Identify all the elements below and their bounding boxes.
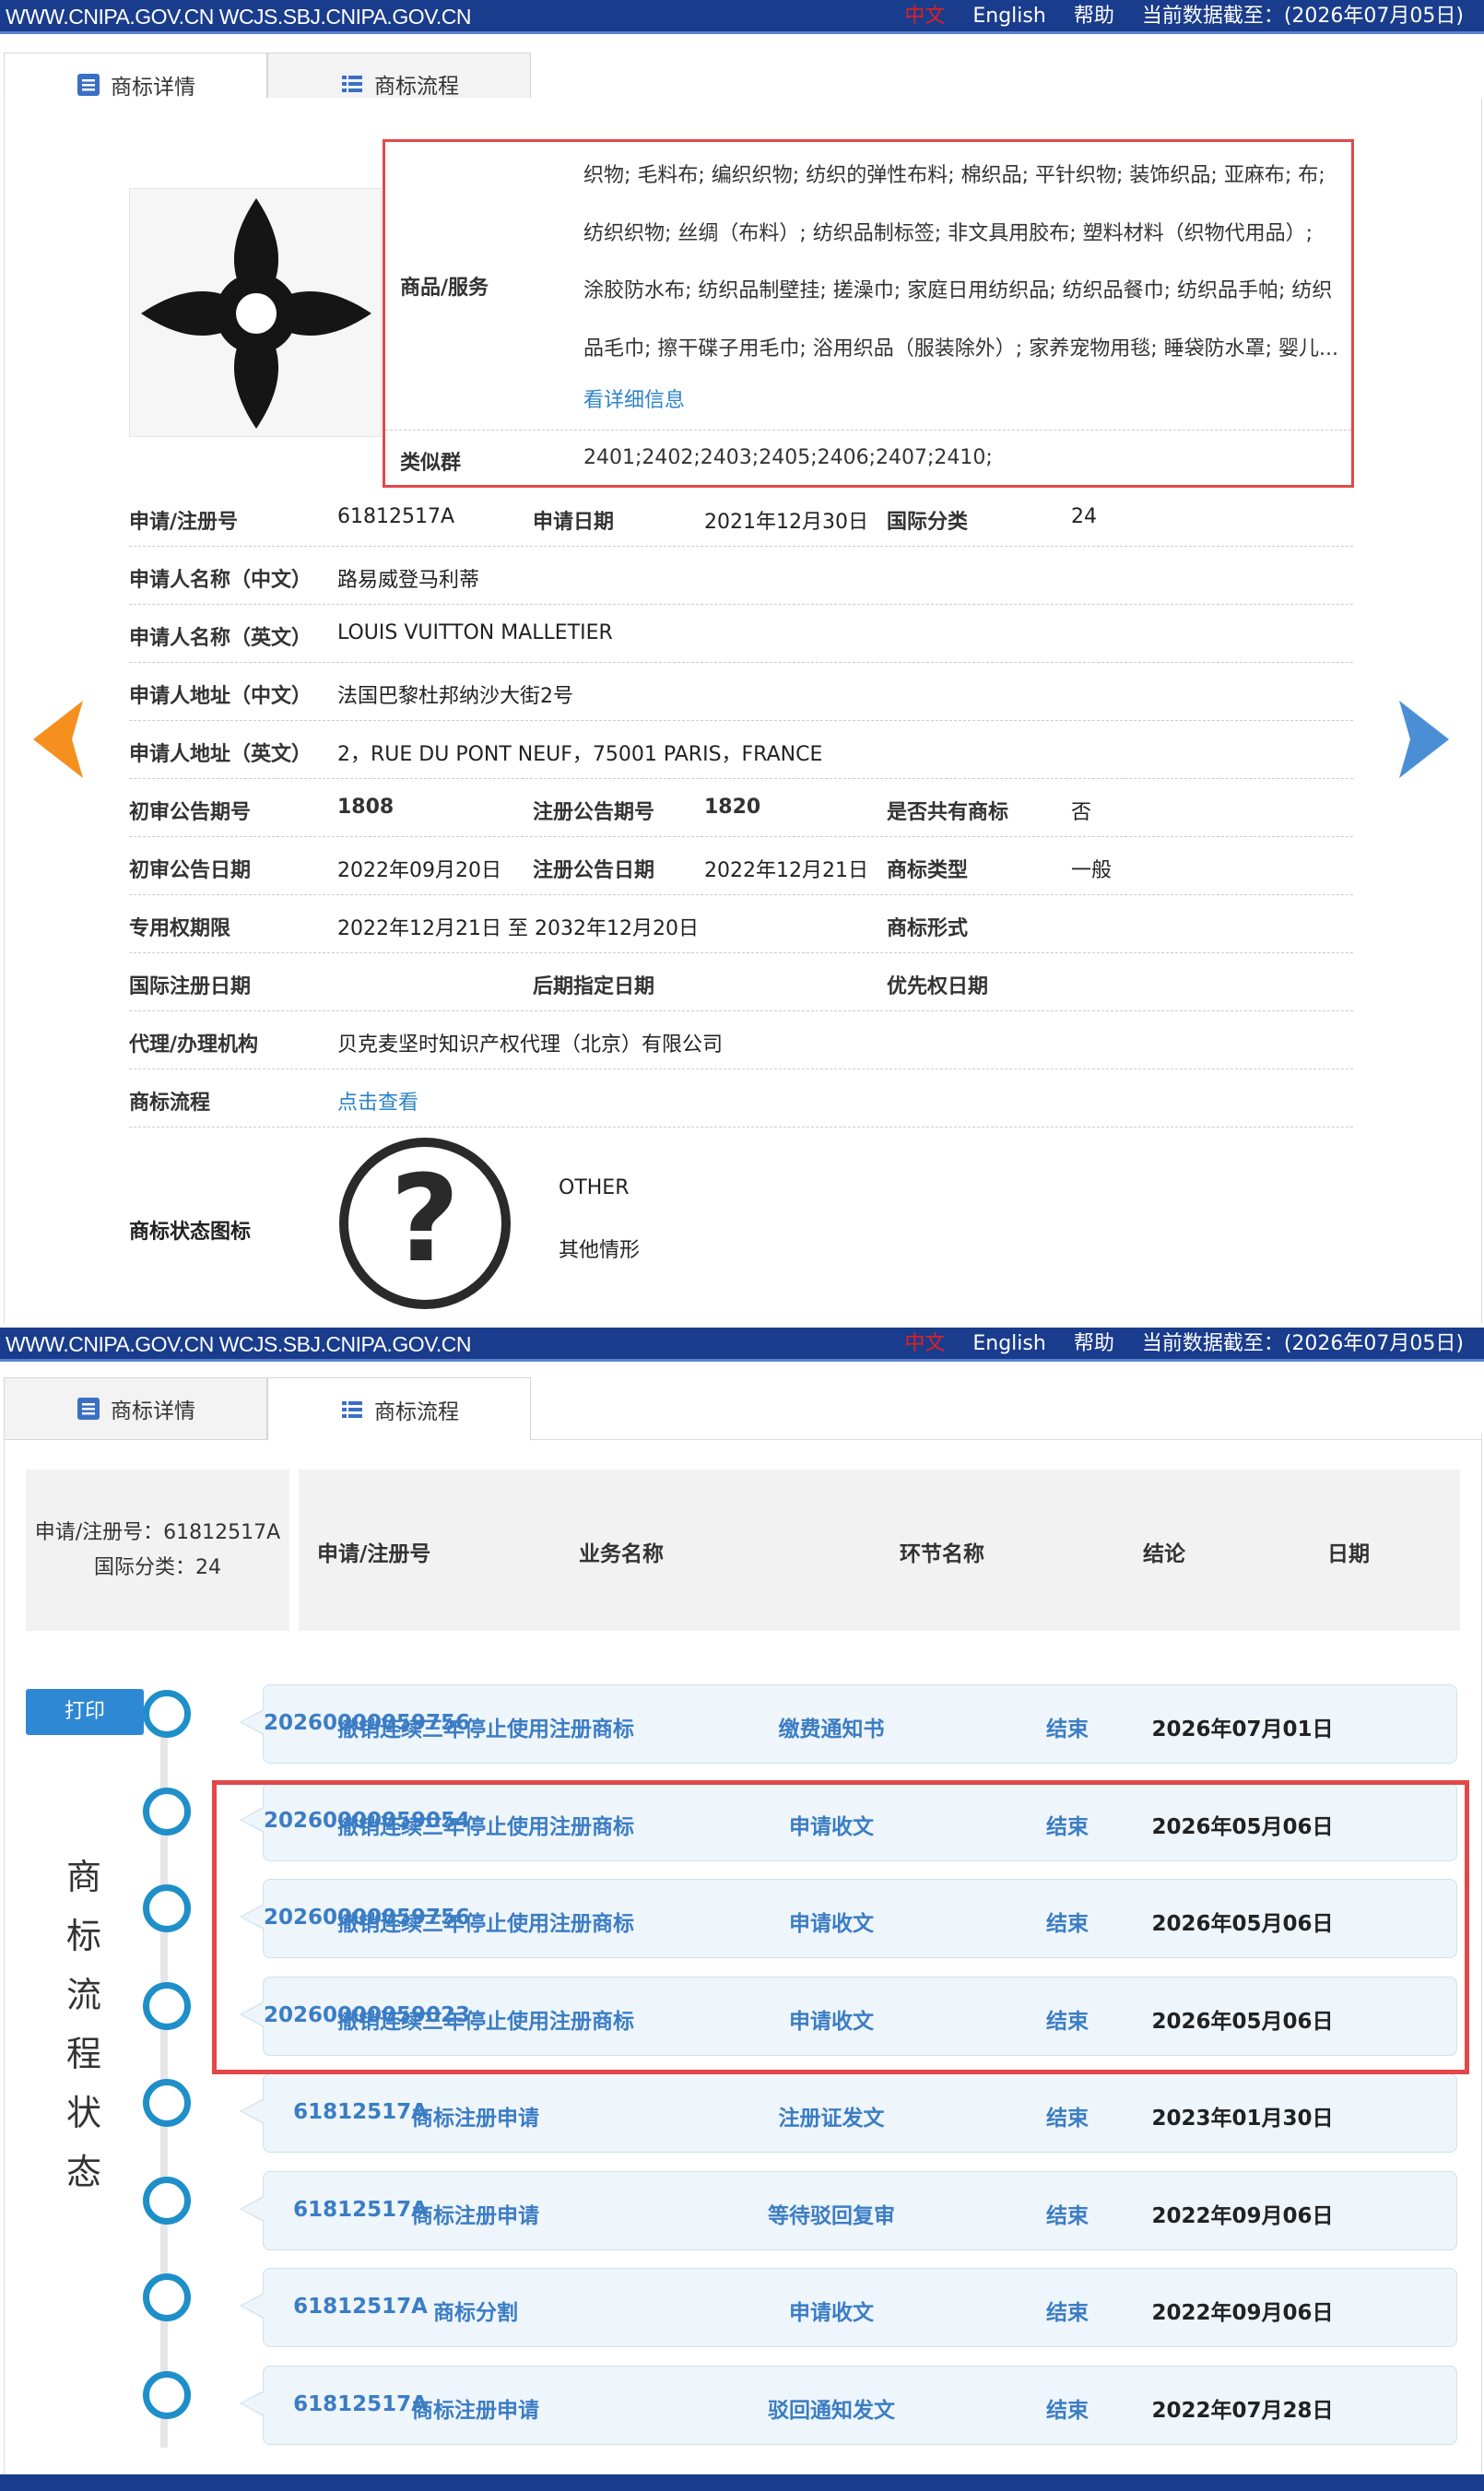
similar-group-label: 类似群 xyxy=(400,452,462,475)
detail-row-flow: 商标流程 点击查看 xyxy=(129,1069,1353,1127)
next-arrow-icon[interactable] xyxy=(1397,701,1449,778)
detail-row-addr-cn: 申请人地址（中文） 法国巴黎杜邦纳沙大街2号 xyxy=(129,663,1353,721)
flow-table-header: 申请/注册号 业务名称 环节名称 结论 日期 xyxy=(299,1470,1460,1631)
goods-text: 织物; 毛料布; 编织织物; 纺织的弹性布料; 棉织品; 平针织物; 装饰织品;… xyxy=(583,164,1339,360)
intl-class-value: 24 xyxy=(1071,505,1097,528)
detail-row-addr-en: 申请人地址（英文） 2，RUE DU PONT NEUF，75001 PARIS… xyxy=(129,721,1353,779)
top-bar-2: WWW.CNIPA.GOV.CN WCJS.SBJ.CNIPA.GOV.CN 中… xyxy=(0,1328,1484,1362)
tab-flow-label: 商标流程 xyxy=(374,75,459,99)
flow-view-link[interactable]: 点击查看 xyxy=(337,1086,418,1116)
flow-row-date: 2026年07月01日 xyxy=(1151,1718,1334,1741)
app-date-value: 2021年12月30日 xyxy=(704,511,868,534)
flow-row-date: 2023年01月30日 xyxy=(1151,2107,1334,2131)
flow-row[interactable]: 20260000059756 撤销连续三年停止使用注册商标 缴费通知书 结束 2026年… xyxy=(240,1684,1457,1764)
list-doc-icon xyxy=(77,1398,100,1420)
goods-label: 商品/服务 xyxy=(400,277,489,300)
detail-row-agent: 代理/办理机构 贝克麦坚时知识产权代理（北京）有限公司 xyxy=(129,1011,1353,1069)
flow-row-date: 2022年09月06日 xyxy=(1151,2204,1334,2228)
status-cn: 其他情形 xyxy=(559,1239,641,1262)
goods-services-box: 商品/服务 织物; 毛料布; 编织织物; 纺织的弹性布料; 棉织品; 平针织物;… xyxy=(383,139,1354,488)
flow-row[interactable]: 61812517A 商标注册申请 驳回通知发文 结束 2022年07月28日 xyxy=(240,2366,1457,2445)
applicant-cn-value: 路易威登马利蒂 xyxy=(337,569,480,592)
timeline-node xyxy=(143,2079,191,2127)
tab-flow-2[interactable]: 商标流程 xyxy=(267,1377,531,1441)
quatrefoil-flower-icon xyxy=(141,198,371,429)
flow-row-result: 结束 xyxy=(1046,2399,1089,2423)
flow-row-step[interactable]: 注册证发文 xyxy=(744,2100,919,2131)
reg-no-value: 61812517A xyxy=(337,505,455,528)
flow-row-step[interactable]: 驳回通知发文 xyxy=(744,2392,919,2424)
prev-arrow-icon[interactable] xyxy=(33,701,85,778)
timeline-node xyxy=(143,1884,191,1932)
site-url[interactable]: WWW.CNIPA.GOV.CN WCJS.SBJ.CNIPA.GOV.CN xyxy=(6,0,471,33)
timeline-node xyxy=(143,1690,191,1738)
tab-detail-label: 商标详情 xyxy=(111,75,195,100)
lang-en-link[interactable]: English xyxy=(972,0,1045,33)
flow-row-biz[interactable]: 商标分割 xyxy=(337,2295,614,2326)
flow-row-result: 结束 xyxy=(1046,2204,1089,2228)
help-link[interactable]: 帮助 xyxy=(1074,0,1114,33)
addr-en-value: 2，RUE DU PONT NEUF，75001 PARIS，FRANCE xyxy=(337,743,823,766)
timeline-node xyxy=(143,2371,191,2419)
vertical-title: 商 标 流 程 状 态 xyxy=(65,1857,101,2192)
flow-row-step[interactable]: 缴费通知书 xyxy=(744,1711,919,1742)
timeline-node xyxy=(143,1788,191,1836)
flow-row[interactable]: 61812517A 商标注册申请 注册证发文 结束 2023年01月30日 xyxy=(240,2073,1457,2153)
flow-side-info: 申请/注册号：61812517A 国际分类：24 xyxy=(26,1470,289,1631)
flow-row-step[interactable]: 申请收文 xyxy=(744,2295,919,2326)
timeline-node xyxy=(143,2273,191,2321)
detail-row-intl: 国际注册日期 后期指定日期 优先权日期 xyxy=(129,953,1353,1011)
tab-bar-2: 商标详情 商标流程 xyxy=(4,1377,1482,1441)
detail-row-term: 专用权期限 2022年12月21日 至 2032年12月20日 商标形式 xyxy=(129,895,1353,953)
goods-more-link[interactable]: 看详细信息 xyxy=(583,384,685,413)
flow-row-date: 2022年09月06日 xyxy=(1151,2301,1334,2325)
flow-row-date: 2022年07月28日 xyxy=(1151,2399,1334,2423)
highlight-box xyxy=(212,1780,1469,2074)
addr-cn-value: 法国巴黎杜邦纳沙大街2号 xyxy=(337,685,573,708)
data-as-of: 当前数据截至：(2026年07月05日) xyxy=(1141,5,1464,28)
detail-row-pub-no: 初审公告期号 1808 注册公告期号 1820 是否共有商标 否 xyxy=(129,779,1353,837)
flow-row-biz[interactable]: 商标注册申请 xyxy=(337,2198,614,2229)
similar-group-value: 2401;2402;2403;2405;2406;2407;2410; xyxy=(583,446,993,469)
timeline-node xyxy=(143,2177,191,2225)
lang-zh-link[interactable]: 中文 xyxy=(904,0,945,33)
flow-row-result: 结束 xyxy=(1046,2107,1089,2131)
footer-bar xyxy=(0,2474,1484,2491)
tab-detail-2[interactable]: 商标详情 xyxy=(4,1377,267,1440)
top-bar: WWW.CNIPA.GOV.CN WCJS.SBJ.CNIPA.GOV.CN 中… xyxy=(0,0,1484,34)
flow-row[interactable]: 61812517A 商标注册申请 等待驳回复审 结束 2022年09月06日 xyxy=(240,2171,1457,2250)
detail-row-pub-date: 初审公告日期 2022年09月20日 注册公告日期 2022年12月21日 商标… xyxy=(129,837,1353,895)
flow-row-biz[interactable]: 商标注册申请 xyxy=(337,2392,614,2424)
applicant-en-value: LOUIS VUITTON MALLETIER xyxy=(337,621,613,644)
question-mark-icon: ? xyxy=(339,1138,511,1309)
flow-row-biz[interactable]: 撤销连续三年停止使用注册商标 xyxy=(337,1711,634,1742)
status-en: OTHER xyxy=(559,1176,630,1199)
flow-row-biz[interactable]: 商标注册申请 xyxy=(337,2100,614,2131)
list-doc-icon xyxy=(77,73,100,96)
flow-row-result: 结束 xyxy=(1046,2301,1089,2325)
detail-row-applicant-cn: 申请人名称（中文） 路易威登马利蒂 xyxy=(129,547,1353,605)
flow-row-step[interactable]: 等待驳回复审 xyxy=(744,2198,919,2229)
detail-row-applicant-en: 申请人名称（英文） LOUIS VUITTON MALLETIER xyxy=(129,605,1353,663)
flow-row-result: 结束 xyxy=(1046,1718,1089,1741)
flow-row[interactable]: 61812517A 商标分割 申请收文 结束 2022年09月06日 xyxy=(240,2268,1457,2347)
list-icon xyxy=(342,1400,362,1418)
timeline-node xyxy=(143,1982,191,2030)
list-icon xyxy=(342,76,362,92)
detail-row-regno: 申请/注册号 61812517A 申请日期 2021年12月30日 国际分类 2… xyxy=(129,489,1353,547)
status-icon-label: 商标状态图标 xyxy=(129,1221,252,1244)
print-button[interactable]: 打印 xyxy=(26,1689,144,1735)
trademark-image xyxy=(129,188,382,437)
